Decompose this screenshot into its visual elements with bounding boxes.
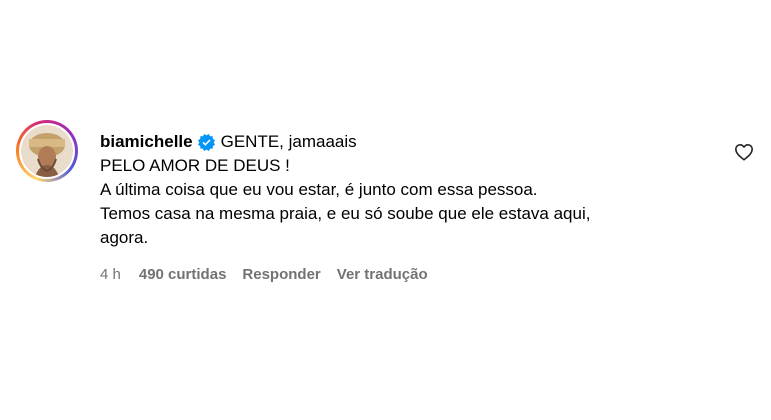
comment-meta: 4 h 490 curtidas Responder Ver tradução <box>100 266 710 283</box>
avatar-story-ring[interactable] <box>16 120 78 182</box>
username-link[interactable]: biamichelle <box>100 130 193 154</box>
translate-button[interactable]: Ver tradução <box>337 266 428 283</box>
comment: biamichelle GENTE, jamaaais PELO AMOR DE… <box>16 120 760 283</box>
verified-badge-icon <box>197 133 215 151</box>
comment-line-3: A última coisa que eu vou estar, é junto… <box>100 180 538 199</box>
comment-line-4: Temos casa na mesma praia, e eu só soube… <box>100 204 591 223</box>
comment-text: biamichelle GENTE, jamaaais PELO AMOR DE… <box>100 120 710 250</box>
avatar <box>21 125 73 177</box>
comment-line-2: PELO AMOR DE DEUS ! <box>100 156 290 175</box>
reply-button[interactable]: Responder <box>242 266 320 283</box>
comment-line-1: GENTE, jamaaais <box>220 132 357 151</box>
likes-count[interactable]: 490 curtidas <box>139 266 227 283</box>
comment-line-5: agora. <box>100 228 149 247</box>
timestamp[interactable]: 4 h <box>100 266 121 283</box>
comment-body: biamichelle GENTE, jamaaais PELO AMOR DE… <box>100 120 710 283</box>
heart-outline-icon[interactable] <box>734 143 754 161</box>
